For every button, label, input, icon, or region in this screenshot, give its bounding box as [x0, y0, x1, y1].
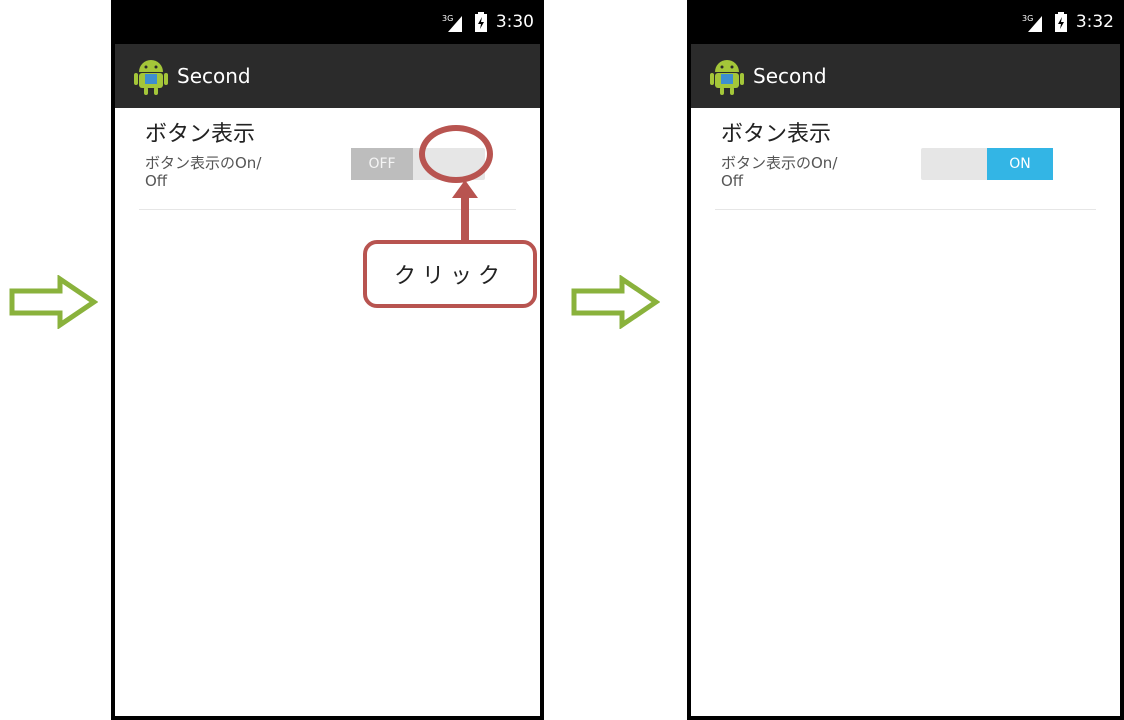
click-callout: クリック: [363, 240, 537, 308]
preference-row-button-display[interactable]: ボタン表示 ボタン表示のOn/ Off ON: [715, 114, 1096, 210]
preference-summary: ボタン表示のOn/ Off: [721, 154, 838, 190]
status-time: 3:30: [495, 12, 534, 32]
action-bar: Second: [115, 44, 540, 108]
android-app-icon: [710, 60, 744, 95]
signal-3g-icon: 3G: [1022, 14, 1042, 32]
android-app-icon: [134, 60, 168, 95]
battery-icon: [1054, 12, 1067, 32]
action-bar: Second: [691, 44, 1120, 108]
switch-thumb-label: ON: [987, 148, 1053, 180]
status-time: 3:32: [1075, 12, 1114, 32]
right-arrow-icon: [9, 275, 98, 329]
signal-3g-icon: 3G: [442, 14, 462, 32]
phone-screen-after: 3G 3:32 Second ボタン表示 ボタン表示のOn/ Off ON: [687, 0, 1124, 720]
callout-arrow-icon: [452, 180, 478, 242]
click-highlight-circle: [419, 125, 493, 183]
callout-text: クリック: [393, 264, 506, 289]
settings-content: ボタン表示 ボタン表示のOn/ Off ON: [691, 108, 1120, 716]
preference-summary: ボタン表示のOn/ Off: [145, 154, 262, 190]
status-bar: 3G 3:30: [111, 0, 544, 44]
svg-text:3G: 3G: [442, 14, 453, 23]
app-title: Second: [753, 64, 827, 88]
app-title: Second: [177, 64, 251, 88]
preference-title: ボタン表示: [721, 122, 832, 147]
svg-text:3G: 3G: [1022, 14, 1033, 23]
preference-title: ボタン表示: [145, 122, 256, 147]
switch-thumb-label: OFF: [351, 148, 413, 180]
status-bar: 3G 3:32: [687, 0, 1124, 44]
battery-icon: [474, 12, 487, 32]
divider: [715, 209, 1096, 210]
phone-screen-before: 3G 3:30 Second ボタン表示 ボタン表示のOn/ Off OFF: [111, 0, 544, 720]
toggle-switch[interactable]: ON: [921, 148, 1053, 180]
right-arrow-icon: [571, 275, 660, 329]
